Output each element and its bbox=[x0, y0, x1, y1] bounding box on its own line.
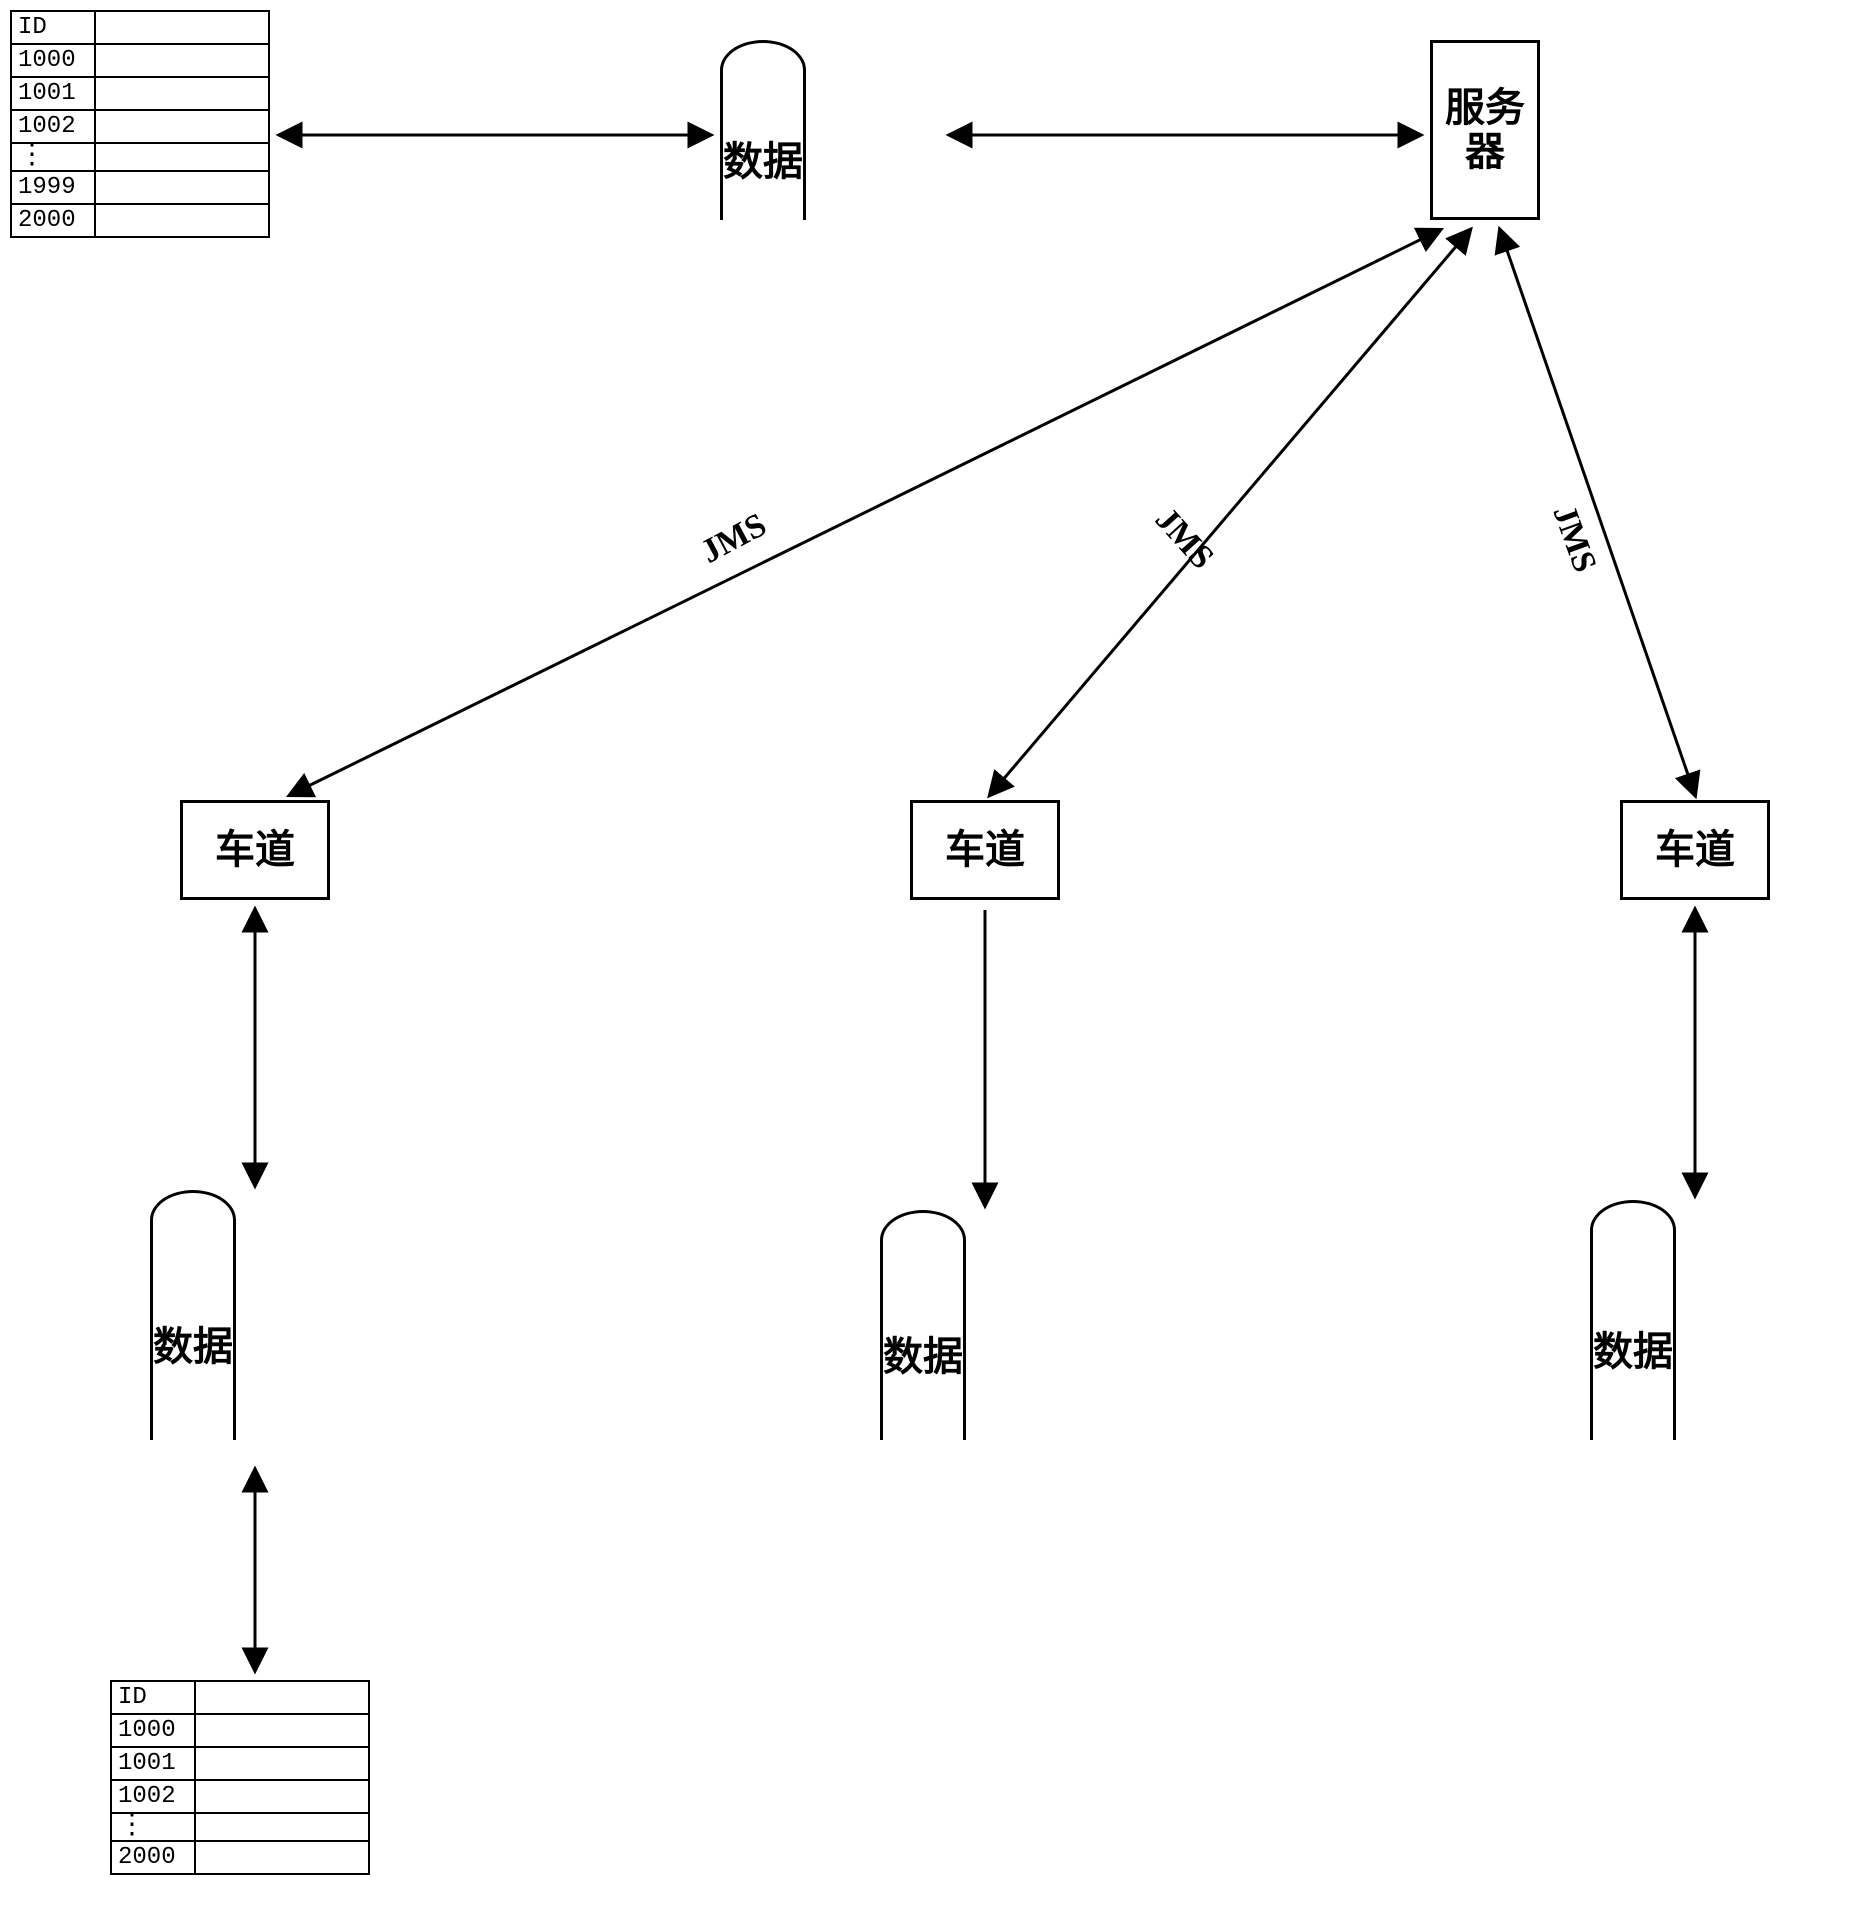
db-lane-2: 数据 bbox=[880, 1210, 966, 1470]
db-lane-label: 数据 bbox=[153, 1314, 233, 1372]
arrows-overlay bbox=[0, 0, 1860, 1926]
server-box: 服务 器 bbox=[1430, 40, 1540, 220]
server-label: 服务 器 bbox=[1445, 86, 1525, 174]
id-cell: 1001 bbox=[111, 1747, 195, 1780]
jms-label-3: JMS bbox=[1545, 501, 1604, 578]
arrow-server-lane1 bbox=[290, 230, 1440, 795]
id-cell: 1000 bbox=[111, 1714, 195, 1747]
arrow-server-lane3 bbox=[1500, 230, 1695, 795]
dots: ⋮ bbox=[11, 143, 95, 171]
lane-box-1: 车道 bbox=[180, 800, 330, 900]
lane-box-3: 车道 bbox=[1620, 800, 1770, 900]
db-main: 数据 bbox=[720, 40, 806, 250]
id-cell: 1999 bbox=[11, 171, 95, 204]
db-lane-label: 数据 bbox=[883, 1324, 963, 1382]
id-cell: 2000 bbox=[11, 204, 95, 237]
id-cell: 2000 bbox=[111, 1841, 195, 1874]
id-header: ID bbox=[11, 11, 95, 44]
id-header: ID bbox=[111, 1681, 195, 1714]
lane-label: 车道 bbox=[215, 828, 295, 872]
id-cell: 1002 bbox=[11, 110, 95, 143]
db-lane-1: 数据 bbox=[150, 1190, 236, 1470]
id-cell: 1001 bbox=[11, 77, 95, 110]
jms-label-2: JMS bbox=[1147, 501, 1221, 577]
id-table-top: ID 1000 1001 1002 ⋮ 1999 2000 bbox=[10, 10, 270, 238]
db-main-label: 数据 bbox=[723, 129, 803, 187]
lane-label: 车道 bbox=[945, 828, 1025, 872]
arrow-server-lane2 bbox=[990, 230, 1470, 795]
id-table-bottom: ID 1000 1001 1002 ⋮ 2000 bbox=[110, 1680, 370, 1875]
lane-label: 车道 bbox=[1655, 828, 1735, 872]
lane-box-2: 车道 bbox=[910, 800, 1060, 900]
jms-label-1: JMS bbox=[695, 506, 773, 571]
id-cell: 1000 bbox=[11, 44, 95, 77]
id-cell: 1002 bbox=[111, 1780, 195, 1813]
dots: ⋮ bbox=[111, 1813, 195, 1841]
db-lane-3: 数据 bbox=[1590, 1200, 1676, 1470]
db-lane-label: 数据 bbox=[1593, 1319, 1673, 1377]
diagram-canvas: ID 1000 1001 1002 ⋮ 1999 2000 数据 服务 器 车道… bbox=[0, 0, 1860, 1926]
